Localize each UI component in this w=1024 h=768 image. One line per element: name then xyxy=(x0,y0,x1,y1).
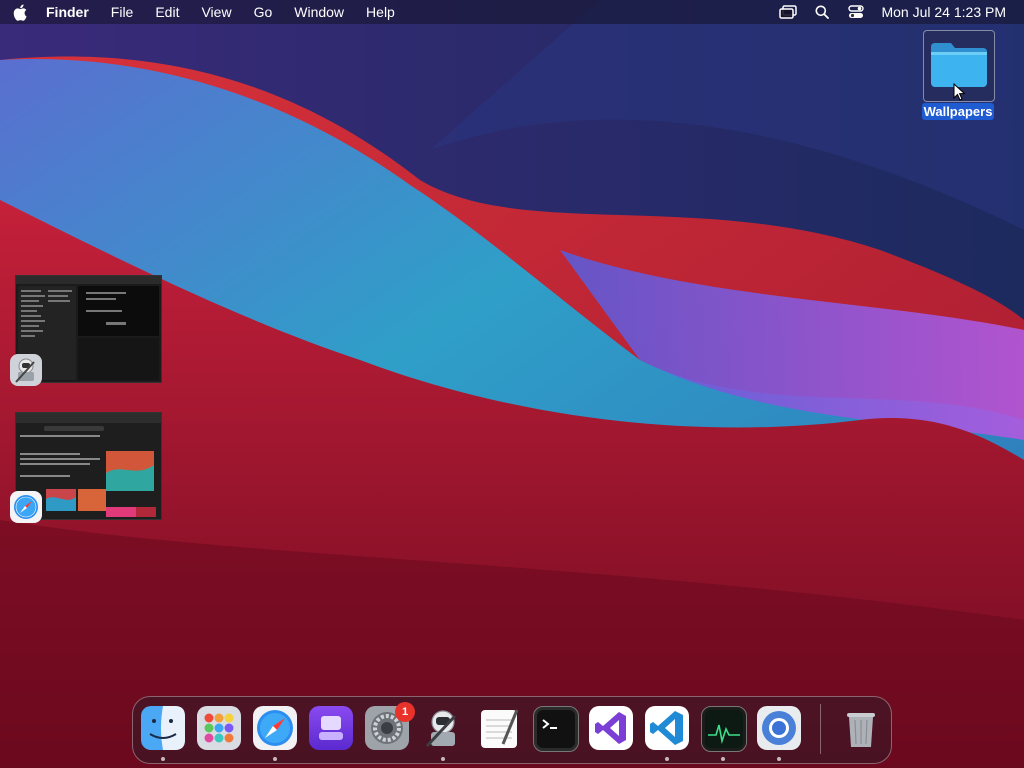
running-indicator-finder xyxy=(161,757,165,761)
folder-icon xyxy=(931,43,987,87)
dock-configurator-icon[interactable] xyxy=(309,706,353,750)
notification-badge: 1 xyxy=(395,702,415,722)
running-indicator-activity-monitor xyxy=(721,757,725,761)
dock-terminal-icon[interactable] xyxy=(533,706,579,752)
dock-vscode-icon[interactable] xyxy=(645,706,689,750)
running-indicator-safari xyxy=(273,757,277,761)
menu-app-name[interactable]: Finder xyxy=(40,0,100,24)
desktop-folder-wallpapers[interactable]: Wallpapers xyxy=(920,30,996,122)
automator-icon xyxy=(10,354,42,386)
dock-chromium-icon[interactable] xyxy=(757,706,801,750)
mouse-cursor-icon xyxy=(953,83,966,101)
running-indicator-automator xyxy=(441,757,445,761)
dock-finder-icon[interactable] xyxy=(141,706,185,750)
menu-edit[interactable]: Edit xyxy=(144,0,190,24)
spotlight-search-icon[interactable] xyxy=(805,0,839,24)
dock-activity-monitor-icon[interactable] xyxy=(701,706,747,752)
dock-automator-icon[interactable] xyxy=(421,706,465,750)
menu-help[interactable]: Help xyxy=(355,0,406,24)
dock-trash-icon[interactable] xyxy=(839,706,883,750)
dock-launchpad-icon[interactable] xyxy=(197,706,241,750)
running-indicator-vscode xyxy=(665,757,669,761)
dock-safari-icon[interactable] xyxy=(253,706,297,750)
apple-logo-icon[interactable] xyxy=(0,4,40,21)
desktop-wallpaper xyxy=(0,0,1024,768)
folder-label: Wallpapers xyxy=(922,103,994,120)
menu-bar-clock[interactable]: Mon Jul 24 1:23 PM xyxy=(873,4,1006,20)
menu-file[interactable]: File xyxy=(100,0,145,24)
dock-textedit-icon[interactable] xyxy=(477,706,521,750)
dock-divider xyxy=(820,704,821,754)
menu-view[interactable]: View xyxy=(190,0,242,24)
menu-bar: Finder File Edit View Go Window Help Mon… xyxy=(0,0,1024,24)
menu-window[interactable]: Window xyxy=(283,0,355,24)
screen-mirroring-icon[interactable] xyxy=(771,0,805,24)
dock-visual-studio-icon[interactable] xyxy=(589,706,633,750)
menu-go[interactable]: Go xyxy=(243,0,284,24)
control-center-icon[interactable] xyxy=(839,0,873,24)
running-indicator-chromium xyxy=(777,757,781,761)
safari-icon xyxy=(10,491,42,523)
